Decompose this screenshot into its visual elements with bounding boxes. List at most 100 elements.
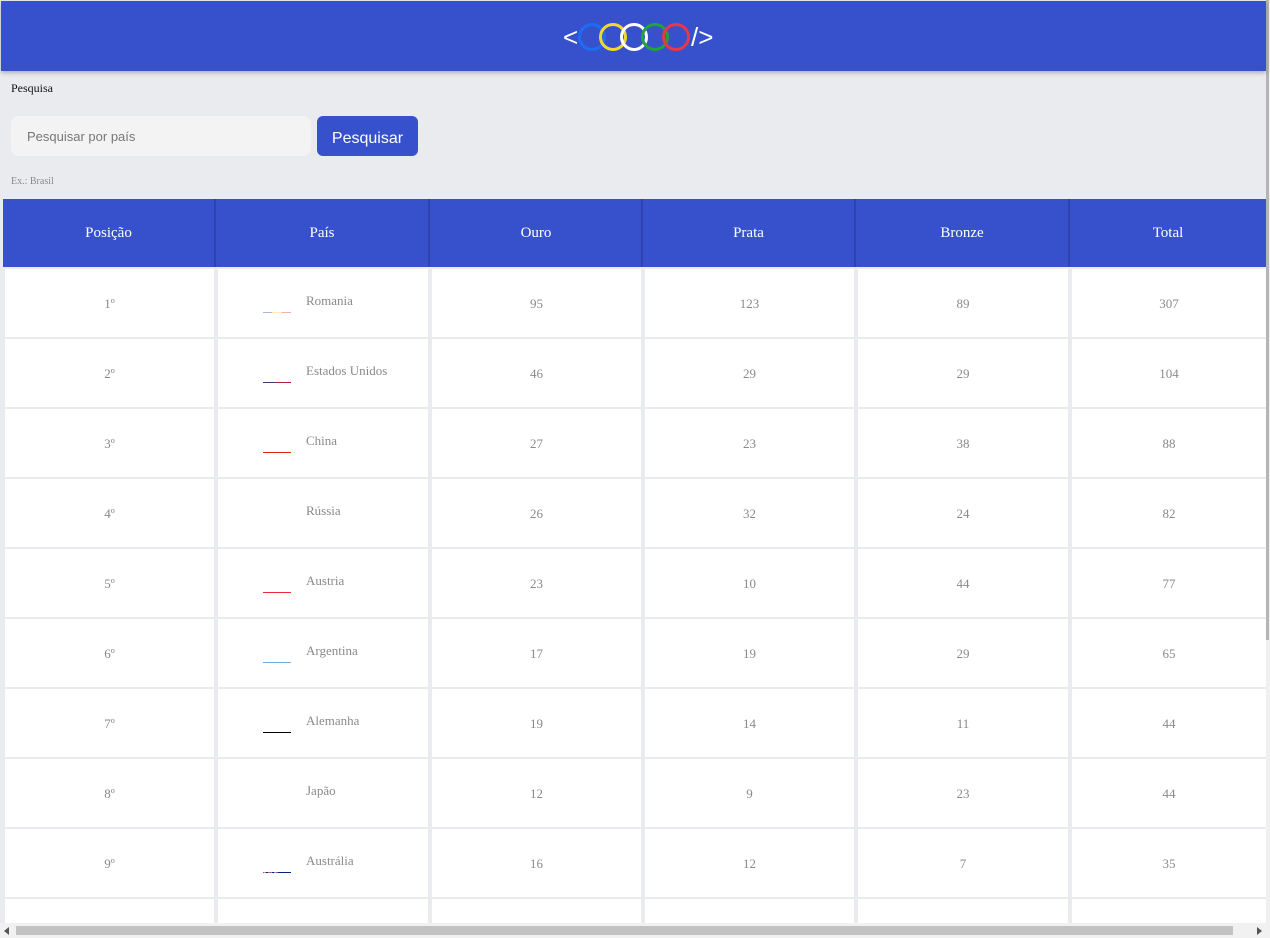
table-row: 1º Romania 95 123 89 307 <box>3 269 1266 337</box>
cell-country: China <box>218 409 428 477</box>
top-header: < /> <box>1 1 1266 71</box>
horizontal-scrollbar-thumb[interactable] <box>16 926 1233 935</box>
cell-country: Austria <box>218 549 428 617</box>
cell-total: 44 <box>1072 759 1266 827</box>
cell-silver: 10 <box>645 549 854 617</box>
cell-bronze: 11 <box>858 689 1068 757</box>
cell-silver: 23 <box>645 409 854 477</box>
cell-silver: 12 <box>645 829 854 897</box>
cell-country: Rússia <box>218 479 428 547</box>
cell-bronze: 44 <box>858 549 1068 617</box>
cell-position: 5º <box>5 549 214 617</box>
search-button[interactable]: Pesquisar <box>317 116 418 156</box>
cell-total: 35 <box>1072 829 1266 897</box>
cell-total: 65 <box>1072 619 1266 687</box>
logo-open-bracket: < <box>563 22 578 52</box>
country-name: Alemanha <box>306 713 360 728</box>
cell-country <box>218 899 428 923</box>
country-name: Estados Unidos <box>306 363 388 378</box>
germany-flag-icon <box>263 713 291 733</box>
cell-gold: 19 <box>432 689 641 757</box>
cell-position: 8º <box>5 759 214 827</box>
cell-silver: 32 <box>645 479 854 547</box>
search-title: Pesquisa <box>11 81 53 95</box>
cell-position: 2º <box>5 339 214 407</box>
japan-flag-icon <box>263 783 291 803</box>
cell-silver <box>645 899 854 923</box>
table-row: 7º Alemanha 19 14 11 44 <box>3 689 1266 757</box>
austria-flag-icon <box>263 573 291 593</box>
usa-flag-icon <box>263 363 291 383</box>
olympic-code-logo[interactable]: < /> <box>561 18 721 56</box>
country-name: Rússia <box>306 503 341 518</box>
scroll-right-arrow-icon[interactable] <box>1257 927 1262 935</box>
column-header-position[interactable]: Posição <box>3 199 214 267</box>
cell-country: Estados Unidos <box>218 339 428 407</box>
cell-country: Alemanha <box>218 689 428 757</box>
page: < /> Pesquisa Pesquisar Ex.: Brasil Posi… <box>0 0 1270 938</box>
medal-table: Posição País Ouro Prata Bronze Total 1º R… <box>3 199 1266 923</box>
cell-silver: 123 <box>645 269 854 337</box>
cell-bronze: 89 <box>858 269 1068 337</box>
country-name: Austrália <box>306 853 354 868</box>
table-row: 4º Rússia 26 32 24 82 <box>3 479 1266 547</box>
column-header-bronze[interactable]: Bronze <box>856 199 1068 267</box>
cell-gold: 16 <box>432 829 641 897</box>
cell-bronze <box>858 899 1068 923</box>
cell-position <box>5 899 214 923</box>
cell-total: 307 <box>1072 269 1266 337</box>
cell-bronze: 7 <box>858 829 1068 897</box>
cell-position: 9º <box>5 829 214 897</box>
cell-silver: 14 <box>645 689 854 757</box>
cell-bronze: 29 <box>858 619 1068 687</box>
country-name: Romania <box>306 293 353 308</box>
cell-total: 77 <box>1072 549 1266 617</box>
cell-total <box>1072 899 1266 923</box>
table-row: 9º Austrália 16 12 7 35 <box>3 829 1266 897</box>
country-name: Japão <box>306 783 336 798</box>
country-name: China <box>306 433 338 448</box>
cell-gold: 23 <box>432 549 641 617</box>
cell-gold: 27 <box>432 409 641 477</box>
table-row: 2º Estados Unidos 46 29 29 104 <box>3 339 1266 407</box>
country-name: Argentina <box>306 643 358 658</box>
cell-gold: 12 <box>432 759 641 827</box>
scroll-left-arrow-icon[interactable] <box>4 927 9 935</box>
table-row: 5º Austria 23 10 44 77 <box>3 549 1266 617</box>
cell-gold: 26 <box>432 479 641 547</box>
search-hint: Ex.: Brasil <box>11 176 54 187</box>
country-name: Austria <box>306 573 345 588</box>
cell-bronze: 24 <box>858 479 1068 547</box>
china-flag-icon <box>263 433 291 453</box>
cell-position: 6º <box>5 619 214 687</box>
cell-gold <box>432 899 641 923</box>
table-row: 6º Argentina 17 19 29 65 <box>3 619 1266 687</box>
cell-gold: 95 <box>432 269 641 337</box>
cell-position: 3º <box>5 409 214 477</box>
cell-country: Argentina <box>218 619 428 687</box>
column-header-silver[interactable]: Prata <box>643 199 854 267</box>
vertical-scrollbar-thumb[interactable] <box>1266 0 1269 640</box>
cell-silver: 19 <box>645 619 854 687</box>
column-header-gold[interactable]: Ouro <box>430 199 642 267</box>
argentina-flag-icon <box>263 643 291 663</box>
australia-flag-icon <box>263 853 291 873</box>
cell-gold: 46 <box>432 339 641 407</box>
cell-position: 7º <box>5 689 214 757</box>
cell-bronze: 29 <box>858 339 1068 407</box>
cell-bronze: 38 <box>858 409 1068 477</box>
cell-total: 88 <box>1072 409 1266 477</box>
column-header-country[interactable]: País <box>216 199 428 267</box>
cell-silver: 9 <box>645 759 854 827</box>
cell-gold: 17 <box>432 619 641 687</box>
search-input[interactable] <box>11 116 311 156</box>
cell-total: 104 <box>1072 339 1266 407</box>
column-header-total[interactable]: Total <box>1070 199 1266 267</box>
romania-flag-icon <box>263 293 291 313</box>
table-header: Posição País Ouro Prata Bronze Total <box>3 199 1266 267</box>
cell-country: Romania <box>218 269 428 337</box>
logo-close-bracket: /> <box>691 22 713 52</box>
table-row: 3º China 27 23 38 88 <box>3 409 1266 477</box>
cell-silver: 29 <box>645 339 854 407</box>
cell-country: Austrália <box>218 829 428 897</box>
